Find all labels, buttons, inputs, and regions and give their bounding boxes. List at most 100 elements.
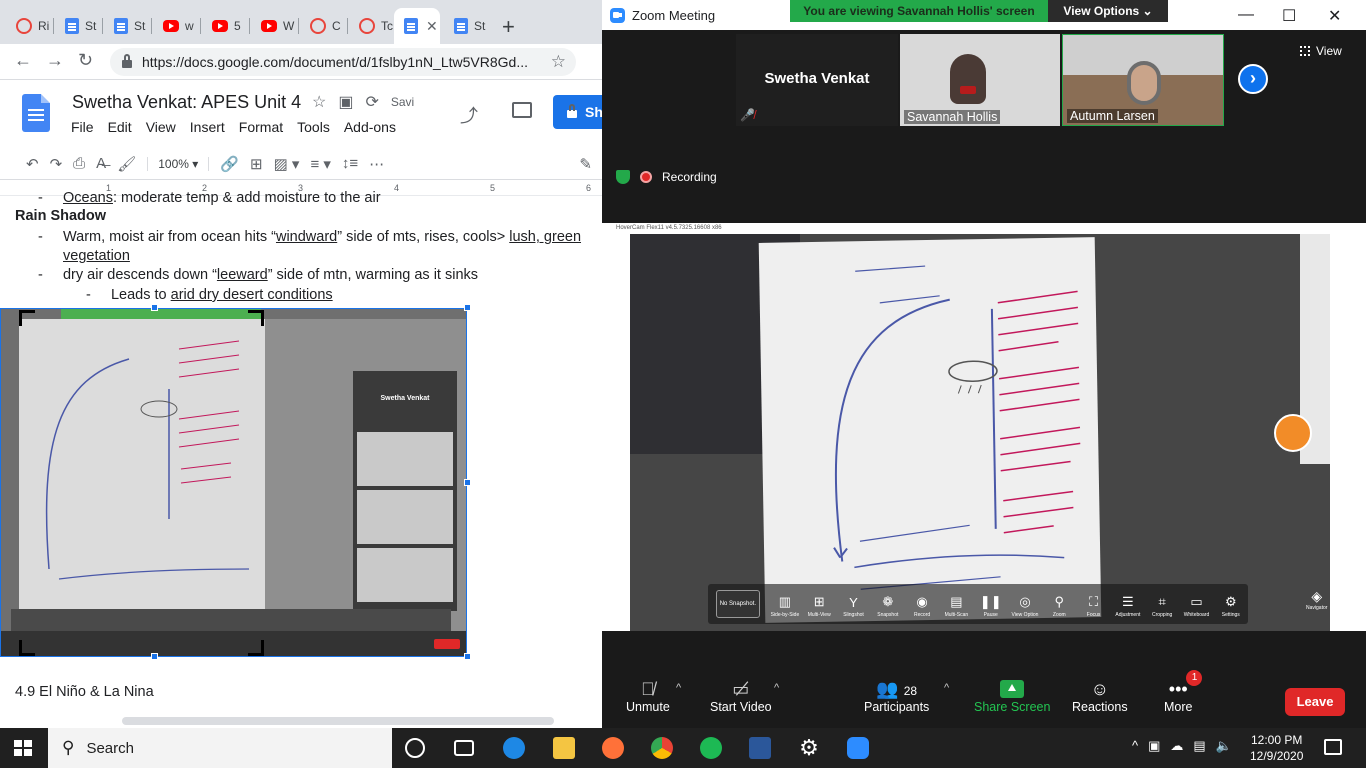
- word-icon[interactable]: [749, 737, 771, 759]
- redo-icon[interactable]: ↷: [50, 155, 63, 173]
- volume-icon[interactable]: 🔈: [1216, 738, 1232, 754]
- browser-tab-active[interactable]: ✕: [394, 8, 440, 44]
- browser-tab-5[interactable]: 5: [202, 8, 250, 44]
- spellcheck-icon[interactable]: A̶: [96, 155, 106, 172]
- browser-tab-10[interactable]: St: [444, 8, 492, 44]
- line-spacing-icon[interactable]: ↕≡: [342, 155, 358, 172]
- firefox-icon[interactable]: [602, 737, 624, 759]
- resize-handle-right[interactable]: [464, 479, 471, 486]
- resize-handle-bottom[interactable]: [151, 653, 158, 660]
- resize-handle-bottom-right[interactable]: [464, 653, 471, 660]
- move-folder-icon[interactable]: ▣: [338, 92, 353, 112]
- forward-arrow-icon[interactable]: →: [46, 50, 64, 71]
- edit-pencil-icon[interactable]: ✎: [579, 155, 592, 173]
- undo-icon[interactable]: ↶: [26, 155, 39, 173]
- chevron-up-icon[interactable]: ^: [1132, 738, 1138, 754]
- maximize-icon[interactable]: ☐: [1282, 6, 1296, 26]
- edge-icon[interactable]: [503, 737, 525, 759]
- more-options-icon[interactable]: ⋯: [369, 155, 384, 173]
- comment-icon[interactable]: [512, 102, 532, 118]
- menu-file[interactable]: File: [71, 119, 94, 135]
- menu-tools[interactable]: Tools: [297, 119, 330, 135]
- tool-multi-scan[interactable]: ▤ Multi-Scan: [939, 594, 973, 624]
- cortana-icon[interactable]: [405, 738, 425, 758]
- share-button[interactable]: Sh: [553, 95, 602, 129]
- activity-trend-icon[interactable]: ⤴: [460, 102, 478, 128]
- add-comment-icon[interactable]: ⊞: [250, 155, 263, 173]
- next-page-arrow-icon[interactable]: ›: [1238, 64, 1268, 94]
- windows-start-icon[interactable]: [14, 740, 32, 756]
- tool-side-by-side[interactable]: ▥ Side-by-Side: [768, 594, 802, 624]
- participants-button[interactable]: 👥 28 Participants: [864, 678, 929, 714]
- view-options-button[interactable]: View Options ⌄: [1048, 0, 1168, 22]
- tool-snapshot[interactable]: ❁ Snapshot: [871, 594, 905, 624]
- onedrive-icon[interactable]: ☁: [1170, 738, 1183, 754]
- annotate-float-button[interactable]: [1274, 414, 1312, 452]
- star-icon[interactable]: ☆: [312, 92, 326, 112]
- video-options-caret[interactable]: ^: [774, 682, 779, 694]
- security-shield-icon[interactable]: [616, 170, 630, 184]
- address-bar[interactable]: https://docs.google.com/document/d/1fslb…: [110, 48, 576, 76]
- insert-image-icon[interactable]: ▨ ▾: [274, 155, 300, 173]
- minimize-icon[interactable]: —: [1238, 6, 1254, 24]
- align-icon[interactable]: ≡ ▾: [310, 155, 330, 173]
- browser-tab-8[interactable]: Tc: [349, 8, 397, 44]
- settings-gear-icon[interactable]: ⚙: [798, 737, 820, 759]
- start-video-button[interactable]: ▭̸ Start Video: [710, 678, 772, 714]
- crop-corner-br[interactable]: [248, 640, 264, 656]
- docs-logo-icon[interactable]: [22, 94, 50, 132]
- browser-tab-2[interactable]: St: [55, 8, 103, 44]
- network-icon[interactable]: ▤: [1193, 738, 1205, 754]
- reload-icon[interactable]: ↻: [78, 50, 93, 71]
- chrome-icon[interactable]: [651, 737, 673, 759]
- menu-format[interactable]: Format: [239, 119, 283, 135]
- bookmark-star-icon[interactable]: ☆: [551, 52, 566, 72]
- tool-whiteboard[interactable]: ▭ Whiteboard: [1179, 594, 1213, 624]
- paint-format-icon[interactable]: 🖌: [117, 155, 136, 173]
- tool-slingshot[interactable]: Y Slingshot: [836, 595, 870, 624]
- browser-tab-1[interactable]: Ri: [6, 8, 54, 44]
- file-explorer-icon[interactable]: [553, 737, 575, 759]
- close-icon[interactable]: ✕: [426, 18, 438, 35]
- participant-tile-swetha[interactable]: Swetha Venkat 🎤̸: [736, 34, 898, 126]
- crop-corner-bl[interactable]: [19, 640, 35, 656]
- tool-zoom[interactable]: ⚲ Zoom: [1042, 594, 1076, 624]
- leave-button[interactable]: Leave: [1285, 688, 1345, 716]
- menu-edit[interactable]: Edit: [108, 119, 132, 135]
- tool-cropping[interactable]: ⌗ Cropping: [1145, 594, 1179, 624]
- crop-corner-tr[interactable]: [248, 310, 264, 326]
- more-button[interactable]: ••• 1 More: [1164, 670, 1203, 714]
- share-screen-button[interactable]: Share Screen: [974, 678, 1050, 714]
- tool-record[interactable]: ◉ Record: [905, 594, 939, 624]
- navigator-button[interactable]: ◈ Navigator: [1306, 588, 1327, 611]
- tool-adjustment[interactable]: ☰ Adjustment: [1111, 594, 1145, 624]
- browser-tab-3[interactable]: St: [104, 8, 152, 44]
- resize-handle-top[interactable]: [151, 304, 158, 311]
- new-tab-button[interactable]: +: [502, 14, 515, 40]
- back-arrow-icon[interactable]: ←: [14, 50, 32, 71]
- close-icon[interactable]: ✕: [1328, 6, 1341, 26]
- snapshot-preview[interactable]: No Snapshot.: [716, 590, 760, 618]
- reactions-button[interactable]: ☺ Reactions: [1072, 678, 1128, 714]
- menu-view[interactable]: View: [146, 119, 176, 135]
- spotify-icon[interactable]: [700, 737, 722, 759]
- task-view-icon[interactable]: [454, 740, 474, 756]
- tool-focus[interactable]: ⛶ Focus: [1076, 594, 1110, 624]
- tool-settings[interactable]: ⚙ Settings: [1214, 594, 1248, 624]
- participants-caret[interactable]: ^: [944, 682, 949, 694]
- view-button[interactable]: View: [1300, 44, 1342, 58]
- taskbar-search[interactable]: ⚲ Search: [48, 728, 392, 768]
- print-icon[interactable]: ⎙: [73, 155, 85, 172]
- zoom-app-icon[interactable]: [847, 737, 869, 759]
- meet-now-icon[interactable]: ▣: [1148, 738, 1160, 754]
- menu-insert[interactable]: Insert: [190, 119, 225, 135]
- resize-handle-top-right[interactable]: [464, 304, 471, 311]
- audio-options-caret[interactable]: ^: [676, 682, 681, 694]
- camera-view[interactable]: No Snapshot. ▥ Side-by-Side ⊞ Multi-View Y…: [630, 234, 1330, 631]
- document-title[interactable]: Swetha Venkat: APES Unit 4: [72, 92, 301, 113]
- browser-tab-4[interactable]: w: [153, 8, 201, 44]
- participant-tile-autumn[interactable]: Autumn Larsen: [1062, 34, 1224, 126]
- tool-pause[interactable]: ❚❚ Pause: [974, 594, 1008, 624]
- browser-tab-7[interactable]: C: [300, 8, 348, 44]
- crop-corner-tl[interactable]: [19, 310, 35, 326]
